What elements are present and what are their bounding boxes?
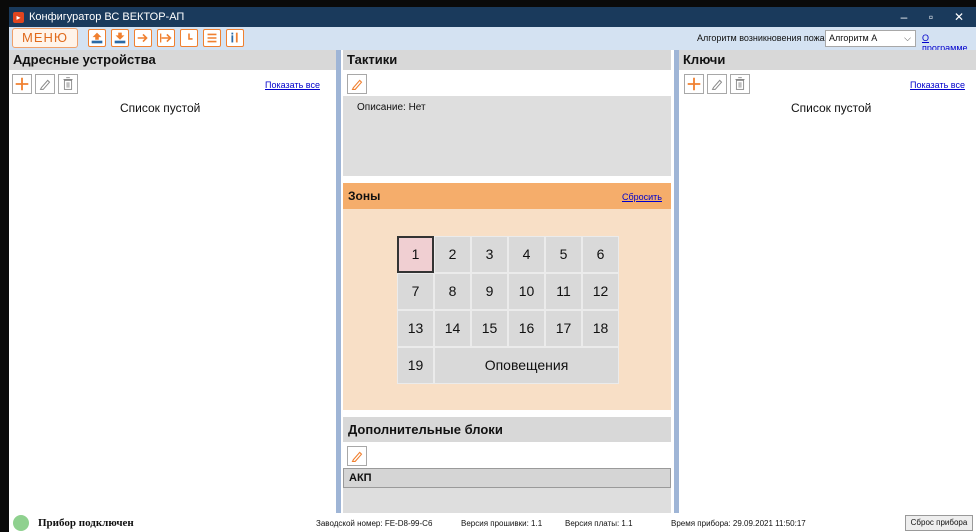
plus-icon <box>687 77 701 91</box>
zone-cell[interactable]: 4 <box>508 236 545 273</box>
algorithm-select[interactable]: Алгоритм А ⌵ <box>825 30 916 47</box>
list-icon[interactable] <box>203 29 221 47</box>
toolbar: МЕНЮ Алгоритм возникновения пожара Алгор… <box>9 27 976 53</box>
zones-header: Зоны Сбросить <box>343 183 671 209</box>
zone-cell[interactable]: 18 <box>582 310 619 347</box>
delete-device-button[interactable] <box>58 74 78 94</box>
pencil-icon <box>711 79 723 90</box>
app-logo-icon: ▸ <box>13 11 24 23</box>
serial-number: Заводской номер: FE-D8-99-C6 <box>316 519 433 528</box>
zone-cell[interactable]: 10 <box>508 273 545 310</box>
zone-cell[interactable]: 5 <box>545 236 582 273</box>
minimize-button[interactable]: – <box>889 7 919 27</box>
zone-alerts-cell[interactable]: Оповещения <box>434 347 619 384</box>
tactics-description: Описание: Нет <box>357 102 426 113</box>
add-key-button[interactable] <box>684 74 704 94</box>
title-bar: ▸ Конфигуратор ВС ВЕКТОР-АП – ▫ ✕ <box>9 7 976 27</box>
extra-blocks-toolbar <box>343 442 671 468</box>
left-splitter[interactable] <box>336 50 341 532</box>
pencil-icon <box>39 79 51 90</box>
devices-toolbar: Показать все <box>9 70 336 96</box>
zone-cell[interactable]: 7 <box>397 273 434 310</box>
zone-cell[interactable]: 19 <box>397 347 434 384</box>
tactics-body: Описание: Нет <box>343 96 671 176</box>
zone-cell[interactable]: 3 <box>471 236 508 273</box>
close-button[interactable]: ✕ <box>944 7 974 27</box>
zone-cell[interactable]: 1 <box>397 236 434 273</box>
board-version: Версия платы: 1.1 <box>565 519 633 528</box>
connection-status-icon <box>13 515 29 531</box>
export-icon[interactable] <box>134 29 152 47</box>
extra-blocks-body <box>343 488 671 513</box>
zone-cell[interactable]: 8 <box>434 273 471 310</box>
devices-show-all-link[interactable]: Показать все <box>265 80 320 90</box>
device-time: Время прибора: 29.09.2021 11:50:17 <box>671 519 806 528</box>
keys-header: Ключи <box>679 50 976 70</box>
zone-cell[interactable]: 2 <box>434 236 471 273</box>
maximize-button[interactable]: ▫ <box>916 7 946 27</box>
extra-block-row[interactable]: АКП <box>343 468 671 488</box>
menu-button[interactable]: МЕНЮ <box>12 28 78 48</box>
trash-icon <box>735 77 745 90</box>
zone-cell[interactable]: 6 <box>582 236 619 273</box>
zone-cell[interactable]: 14 <box>434 310 471 347</box>
edit-device-button[interactable] <box>35 74 55 94</box>
zone-cell[interactable]: 15 <box>471 310 508 347</box>
zone-cell[interactable]: 12 <box>582 273 619 310</box>
keys-toolbar: Показать все <box>679 70 976 96</box>
chevron-down-icon: ⌵ <box>904 33 911 43</box>
info-icon[interactable] <box>226 29 244 47</box>
write-device-icon[interactable] <box>111 29 129 47</box>
right-splitter[interactable] <box>674 50 679 532</box>
devices-header: Адресные устройства <box>9 50 336 70</box>
tactics-header: Тактики <box>343 50 671 70</box>
keys-empty-text: Список пустой <box>791 101 872 115</box>
zones-reset-link[interactable]: Сбросить <box>622 192 662 202</box>
edit-tactics-button[interactable] <box>347 74 367 94</box>
zones-body: 1 2 3 4 5 6 7 8 9 10 11 12 13 14 15 16 17 18 19 Оповещения <box>343 209 671 410</box>
zone-cell[interactable]: 13 <box>397 310 434 347</box>
plus-icon <box>15 77 29 91</box>
zone-cell[interactable]: 16 <box>508 310 545 347</box>
extra-blocks-header: Дополнительные блоки <box>343 417 671 442</box>
zone-cell[interactable]: 17 <box>545 310 582 347</box>
algorithm-select-value: Алгоритм А <box>829 33 878 43</box>
clock-icon[interactable] <box>180 29 198 47</box>
devices-empty-text: Список пустой <box>120 101 201 115</box>
window-title: Конфигуратор ВС ВЕКТОР-АП <box>29 11 185 23</box>
zone-cell[interactable]: 9 <box>471 273 508 310</box>
firmware-version: Версия прошивки: 1.1 <box>461 519 543 528</box>
tactics-toolbar <box>343 70 671 96</box>
edit-key-button[interactable] <box>707 74 727 94</box>
import-icon[interactable] <box>157 29 175 47</box>
app-window: ▸ Конфигуратор ВС ВЕКТОР-АП – ▫ ✕ МЕНЮ А… <box>9 7 976 532</box>
keys-show-all-link[interactable]: Показать все <box>910 80 965 90</box>
status-bar: Прибор подключен Заводской номер: FE-D8-… <box>9 513 976 532</box>
add-device-button[interactable] <box>12 74 32 94</box>
connection-status: Прибор подключен <box>38 517 134 529</box>
pencil-icon <box>351 451 363 462</box>
delete-key-button[interactable] <box>730 74 750 94</box>
zones-title: Зоны <box>348 189 381 203</box>
reset-device-button[interactable]: Сброс прибора <box>905 515 973 531</box>
zone-cell[interactable]: 11 <box>545 273 582 310</box>
trash-icon <box>63 77 73 90</box>
pencil-icon <box>351 79 363 90</box>
read-device-icon[interactable] <box>88 29 106 47</box>
algorithm-label: Алгоритм возникновения пожара <box>697 33 835 43</box>
edit-extra-button[interactable] <box>347 446 367 466</box>
